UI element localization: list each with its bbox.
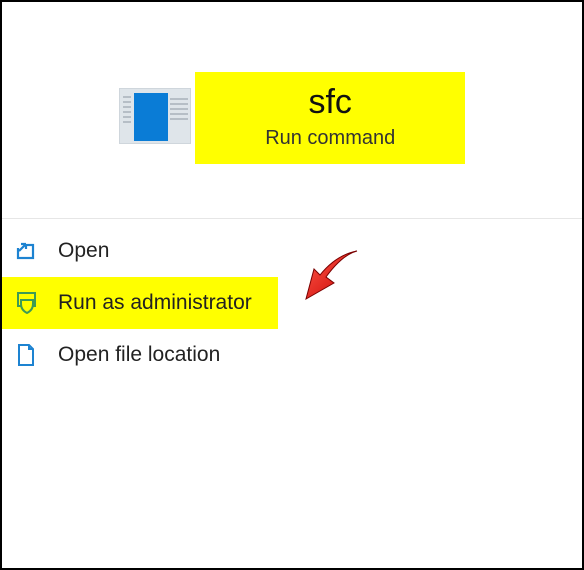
- action-run-as-administrator[interactable]: Run as administrator: [2, 277, 278, 329]
- result-title: sfc: [235, 84, 425, 121]
- result-title-block[interactable]: sfc Run command: [195, 72, 465, 164]
- open-icon: [16, 241, 44, 261]
- icon-page: [134, 93, 168, 141]
- program-icon: [119, 88, 191, 144]
- action-run-as-administrator-label: Run as administrator: [58, 291, 252, 315]
- result-subtitle: Run command: [235, 127, 425, 150]
- file-location-icon: [16, 343, 44, 367]
- search-result-header: sfc Run command: [2, 2, 582, 164]
- shield-icon: [16, 292, 44, 314]
- action-open-file-location[interactable]: Open file location: [2, 329, 582, 381]
- action-open[interactable]: Open: [2, 225, 582, 277]
- icon-text-lines: [170, 95, 188, 123]
- action-menu: Open Run as administrator: [2, 219, 582, 381]
- icon-nav-lines: [122, 93, 132, 141]
- action-open-label: Open: [58, 239, 109, 263]
- action-open-file-location-label: Open file location: [58, 343, 220, 367]
